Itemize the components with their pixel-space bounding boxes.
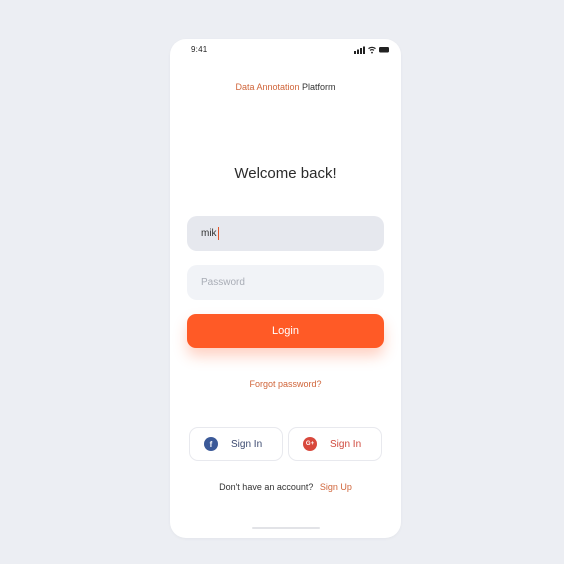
facebook-sign-in-button[interactable]: f Sign In	[189, 427, 283, 461]
welcome-heading: Welcome back!	[234, 165, 337, 182]
username-field[interactable]: mik	[187, 216, 384, 251]
home-indicator	[252, 527, 320, 529]
brand-accent-text: Data Annotation	[235, 82, 300, 92]
signal-wifi-battery-icon	[354, 46, 389, 54]
brand-rest-text: Platform	[302, 82, 336, 92]
signup-row: Don't have an account? Sign Up	[170, 482, 401, 492]
forgot-password-link[interactable]: Forgot password?	[170, 379, 401, 389]
facebook-icon: f	[204, 437, 218, 451]
status-bar: 9:41	[170, 39, 401, 61]
facebook-sign-in-label: Sign In	[231, 438, 263, 450]
sign-up-link[interactable]: Sign Up	[320, 482, 352, 492]
phone-screen: 9:41 Data Annotation Platform Welcome ba…	[170, 39, 401, 538]
google-sign-in-button[interactable]: G+ Sign In	[288, 427, 382, 461]
password-placeholder: Password	[201, 277, 245, 288]
username-value: mik	[201, 228, 217, 239]
brand-title: Data Annotation Platform	[170, 82, 401, 92]
google-sign-in-label: Sign In	[330, 438, 362, 450]
text-caret	[217, 227, 219, 240]
signup-prompt: Don't have an account?	[219, 482, 314, 492]
status-time: 9:41	[191, 45, 208, 54]
status-icons	[354, 45, 390, 54]
password-field[interactable]: Password	[187, 265, 384, 300]
google-plus-icon: G+	[303, 437, 317, 451]
login-button[interactable]: Login	[187, 314, 384, 348]
